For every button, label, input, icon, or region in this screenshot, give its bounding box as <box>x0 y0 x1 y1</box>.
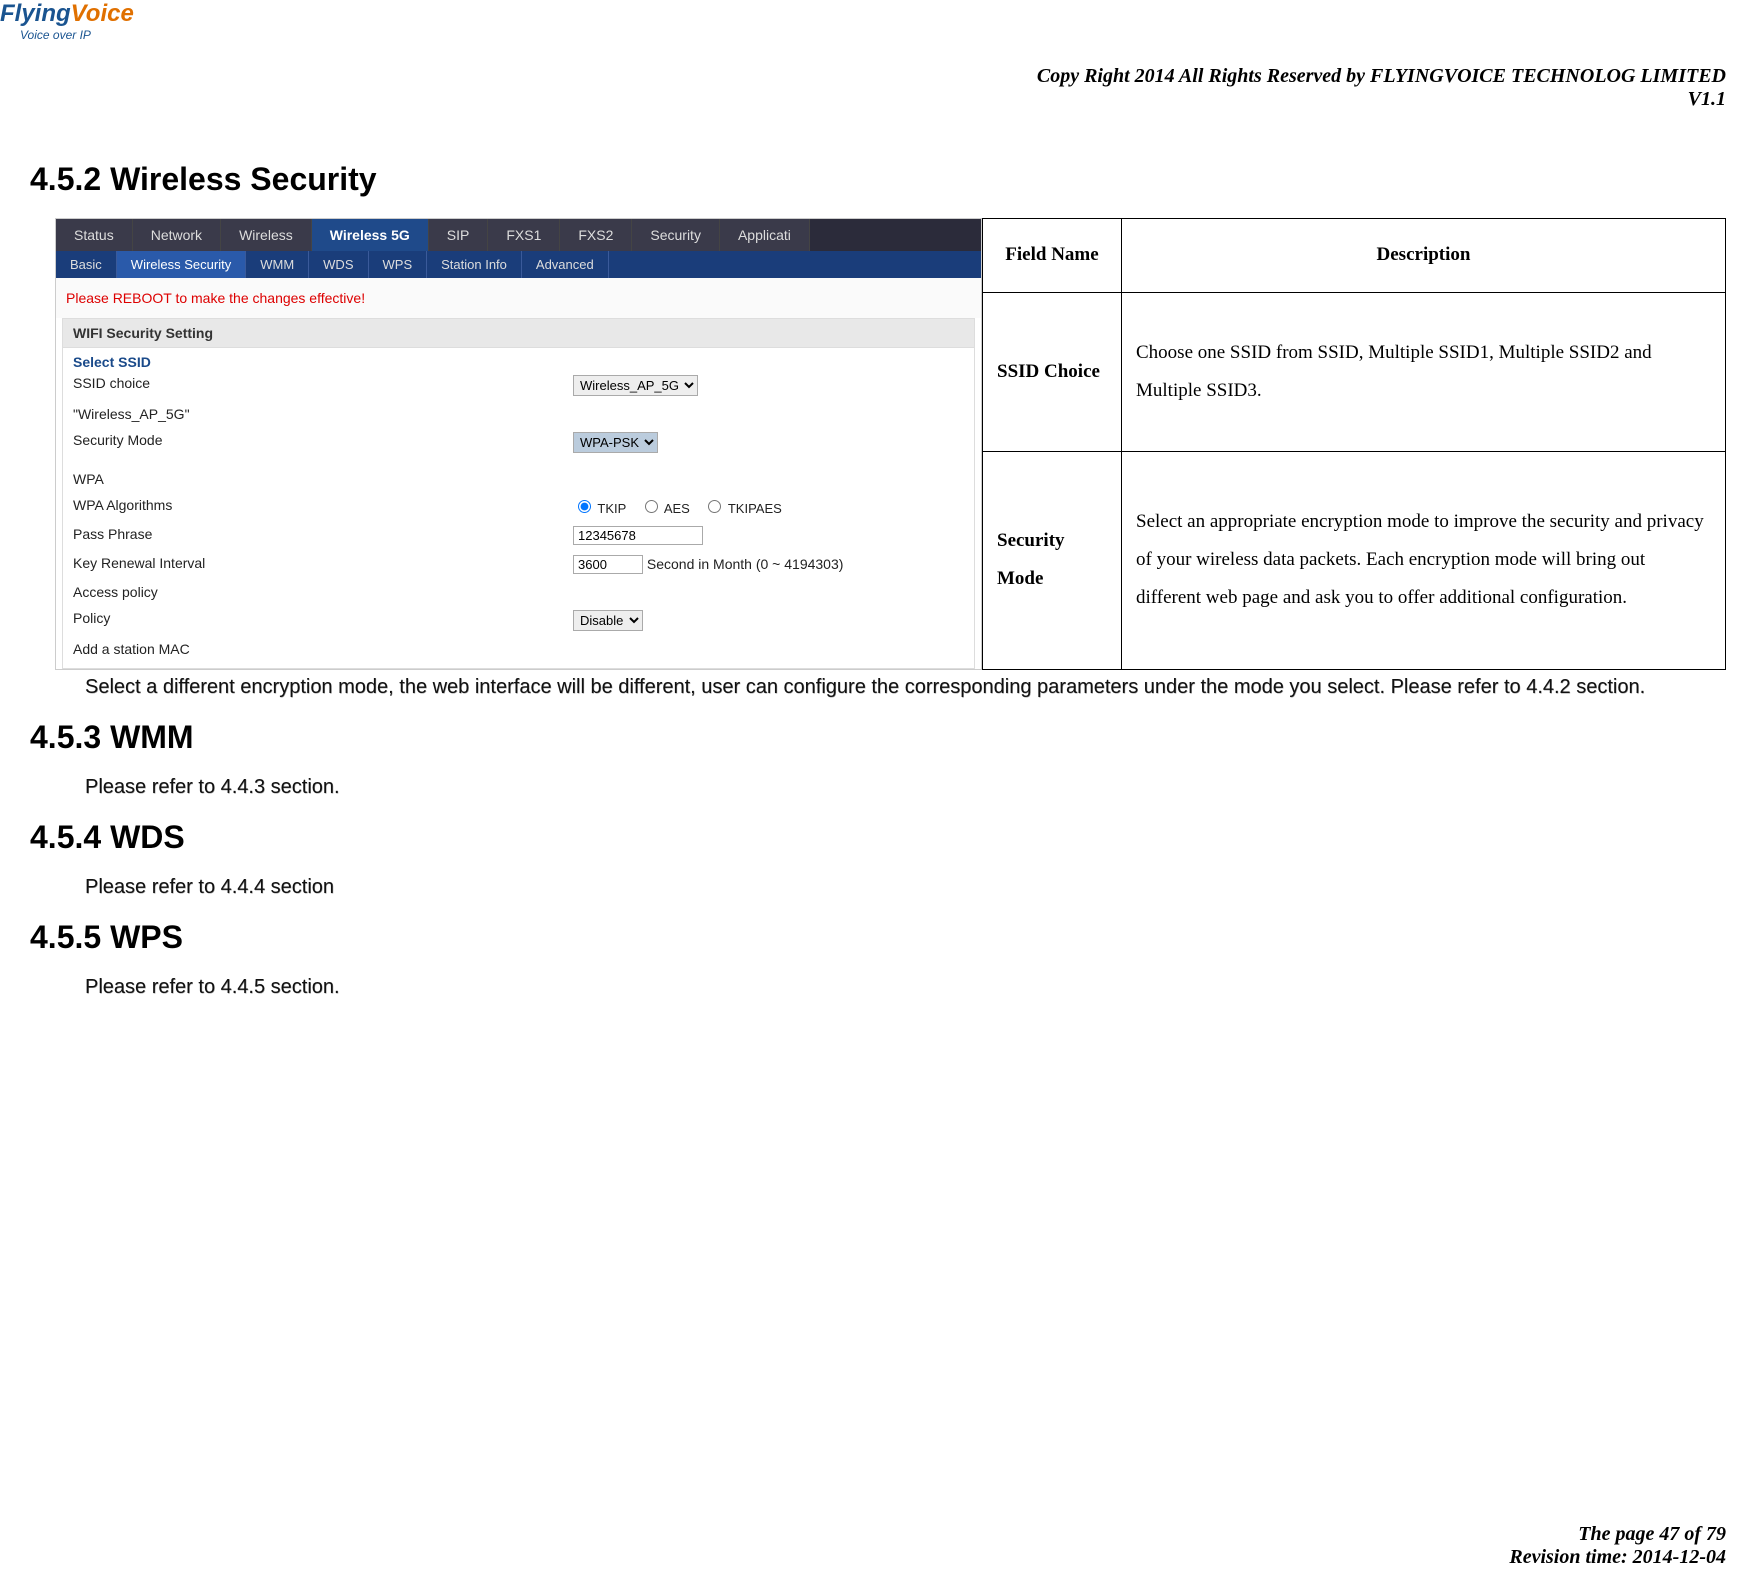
brand-logo: FlyingVoice Voice over IP <box>0 0 134 42</box>
subtab-station-info[interactable]: Station Info <box>427 251 522 278</box>
field-description-table: Field Name Description SSID Choice Choos… <box>982 218 1726 670</box>
section-454-body: Please refer to 4.4.4 section <box>85 876 1726 899</box>
sub-tabs: Basic Wireless Security WMM WDS WPS Stat… <box>56 251 981 278</box>
policy-select[interactable]: Disable <box>573 610 643 631</box>
section-452-title: 4.5.2 Wireless Security <box>30 161 1726 198</box>
section-452-note: Select a different encryption mode, the … <box>85 676 1726 699</box>
page-footer: The page 47 of 79 Revision time: 2014-12… <box>1509 1523 1726 1569</box>
radio-tkipaes-label: TKIPAES <box>728 501 782 516</box>
ssid-choice-select[interactable]: Wireless_AP_5G <box>573 375 698 396</box>
radio-aes-label: AES <box>664 501 690 516</box>
access-policy-label: Access policy <box>73 584 573 600</box>
main-tabs: Status Network Wireless Wireless 5G SIP … <box>56 219 981 251</box>
radio-tkip-input[interactable] <box>578 500 591 513</box>
logo-main-text: Flying <box>0 0 71 27</box>
key-renewal-label: Key Renewal Interval <box>73 555 573 574</box>
subtab-wmm[interactable]: WMM <box>246 251 309 278</box>
pass-phrase-input[interactable] <box>573 526 703 545</box>
subtab-basic[interactable]: Basic <box>56 251 117 278</box>
key-renewal-input[interactable] <box>573 555 643 574</box>
desc-row2-field: Security Mode <box>983 451 1122 669</box>
ssid-name-display: "Wireless_AP_5G" <box>73 406 573 422</box>
security-mode-label: Security Mode <box>73 432 573 453</box>
revision-date: Revision time: 2014-12-04 <box>1509 1546 1726 1569</box>
subtab-wireless-security[interactable]: Wireless Security <box>117 251 246 278</box>
section-453-title: 4.5.3 WMM <box>30 719 1726 756</box>
desc-row1-desc: Choose one SSID from SSID, Multiple SSID… <box>1122 292 1726 451</box>
desc-row2-desc: Select an appropriate encryption mode to… <box>1122 451 1726 669</box>
ssid-choice-label: SSID choice <box>73 375 573 396</box>
radio-tkipaes[interactable]: TKIPAES <box>703 501 781 516</box>
section-453-body: Please refer to 4.4.3 section. <box>85 776 1726 799</box>
wpa-label: WPA <box>73 471 573 487</box>
tab-fxs1[interactable]: FXS1 <box>488 219 560 251</box>
subtab-wds[interactable]: WDS <box>309 251 368 278</box>
subtab-wps[interactable]: WPS <box>369 251 428 278</box>
tab-fxs2[interactable]: FXS2 <box>560 219 632 251</box>
section-455-body: Please refer to 4.4.5 section. <box>85 976 1726 999</box>
logo-subtitle: Voice over IP <box>20 28 134 42</box>
radio-tkipaes-input[interactable] <box>708 500 721 513</box>
wifi-security-panel-body: Select SSID SSID choice Wireless_AP_5G "… <box>62 348 975 669</box>
tab-wireless[interactable]: Wireless <box>221 219 312 251</box>
page-header: Copy Right 2014 All Rights Reserved by F… <box>0 65 1726 111</box>
version-text: V1.1 <box>0 88 1726 111</box>
pass-phrase-label: Pass Phrase <box>73 526 573 545</box>
wpa-algorithms-radios: TKIP AES TKIPAES <box>573 497 792 516</box>
subtab-advanced[interactable]: Advanced <box>522 251 609 278</box>
section-455-title: 4.5.5 WPS <box>30 919 1726 956</box>
tab-application[interactable]: Applicati <box>720 219 810 251</box>
tab-network[interactable]: Network <box>133 219 221 251</box>
logo-accent-text: Voice <box>71 0 134 27</box>
add-station-mac-label: Add a station MAC <box>73 641 573 657</box>
page-number: The page 47 of 79 <box>1509 1523 1726 1546</box>
desc-header-description: Description <box>1122 219 1726 293</box>
section-454-title: 4.5.4 WDS <box>30 819 1726 856</box>
radio-aes[interactable]: AES <box>640 501 690 516</box>
security-mode-select[interactable]: WPA-PSK <box>573 432 658 453</box>
radio-tkip-label: TKIP <box>597 501 626 516</box>
copyright-text: Copy Right 2014 All Rights Reserved by F… <box>0 65 1726 88</box>
desc-row1-field: SSID Choice <box>983 292 1122 451</box>
key-renewal-suffix: Second in Month (0 ~ 4194303) <box>647 556 844 572</box>
tab-security[interactable]: Security <box>632 219 720 251</box>
policy-label: Policy <box>73 610 573 631</box>
radio-aes-input[interactable] <box>645 500 658 513</box>
router-ui-screenshot: Status Network Wireless Wireless 5G SIP … <box>55 218 982 670</box>
reboot-notice: Please REBOOT to make the changes effect… <box>56 278 981 318</box>
desc-header-field: Field Name <box>983 219 1122 293</box>
tab-wireless-5g[interactable]: Wireless 5G <box>312 219 429 251</box>
wifi-security-panel-title: WIFI Security Setting <box>62 318 975 348</box>
radio-tkip[interactable]: TKIP <box>573 501 626 516</box>
wpa-algorithms-label: WPA Algorithms <box>73 497 573 516</box>
select-ssid-heading: Select SSID <box>73 354 964 370</box>
tab-sip[interactable]: SIP <box>429 219 489 251</box>
tab-status[interactable]: Status <box>56 219 133 251</box>
